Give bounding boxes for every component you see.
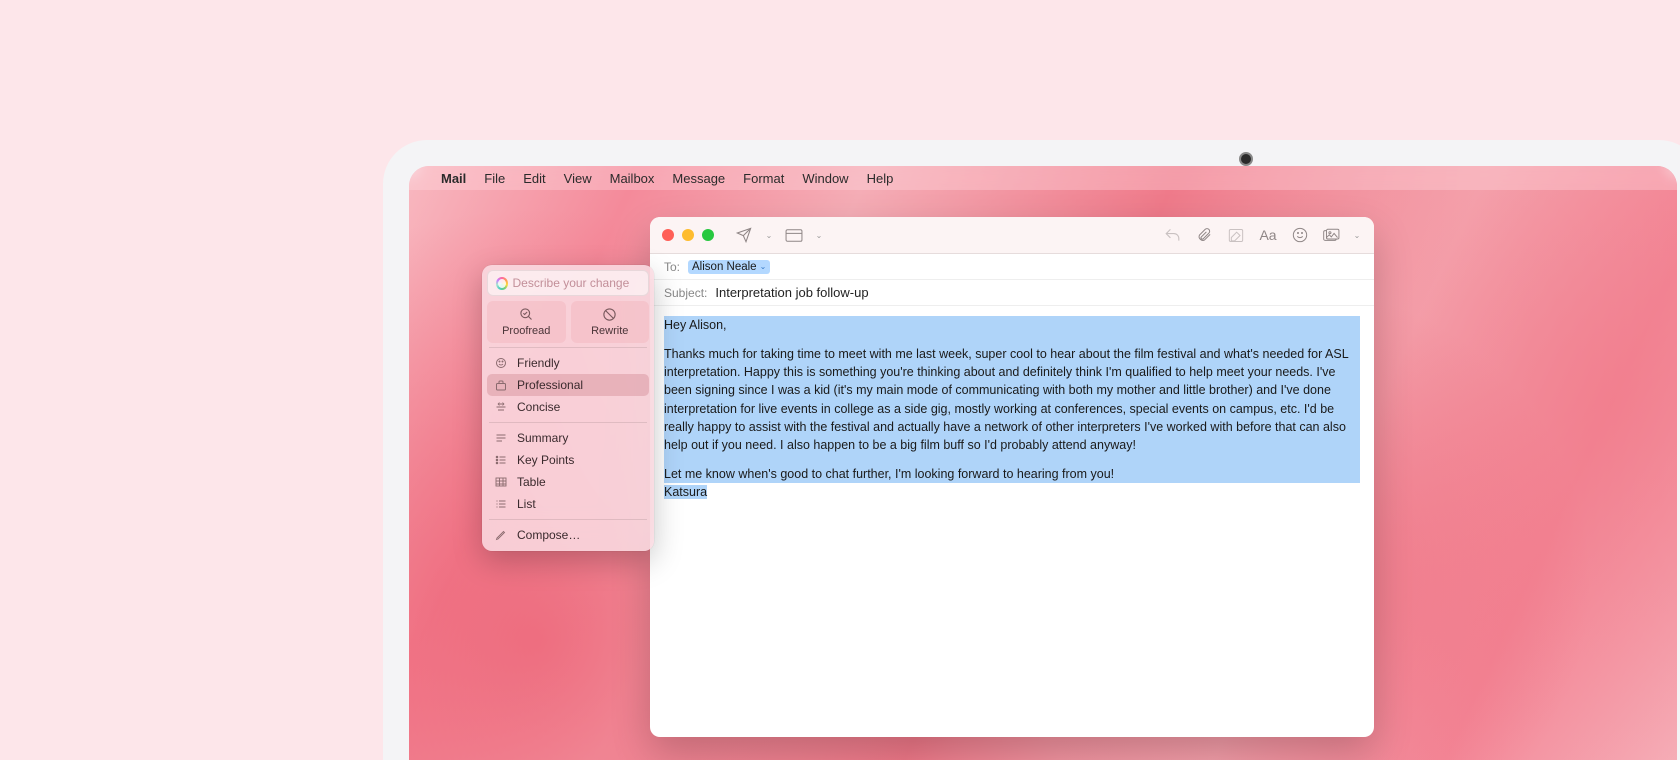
header-fields-icon[interactable] <box>782 224 806 246</box>
header-dropdown-icon[interactable]: ⌄ <box>814 231 824 240</box>
menubar-item-window[interactable]: Window <box>802 171 848 186</box>
professional-icon <box>494 380 508 391</box>
reply-icon[interactable] <box>1160 224 1184 246</box>
describe-change-field[interactable] <box>487 270 649 296</box>
list-label: List <box>517 497 536 511</box>
desktop: Mail File Edit View Mailbox Message Form… <box>409 166 1677 760</box>
format-icon[interactable]: Aa <box>1256 224 1280 246</box>
table-icon <box>494 477 508 487</box>
body-greeting: Hey Alison, <box>664 316 1360 334</box>
recipient-dropdown-icon[interactable]: ⌄ <box>760 262 767 271</box>
compose-window: ⌄ ⌄ Aa <box>650 217 1374 737</box>
menubar-item-help[interactable]: Help <box>867 171 894 186</box>
recipient-name: Alison Neale <box>692 261 757 273</box>
close-button[interactable] <box>662 229 674 241</box>
compose-item[interactable]: Compose… <box>487 524 649 546</box>
compose-label: Compose… <box>517 528 580 542</box>
selected-text[interactable]: Hey Alison, Thanks much for taking time … <box>664 316 1360 483</box>
menubar-item-format[interactable]: Format <box>743 171 784 186</box>
camera-dot <box>1239 152 1253 166</box>
menubar: Mail File Edit View Mailbox Message Form… <box>409 166 1677 190</box>
tone-concise[interactable]: Concise <box>487 396 649 418</box>
to-label: To: <box>664 260 680 274</box>
menubar-item-view[interactable]: View <box>564 171 592 186</box>
imac-frame: Mail File Edit View Mailbox Message Form… <box>383 140 1680 760</box>
compose-icon <box>494 529 508 541</box>
send-icon[interactable] <box>732 224 756 246</box>
friendly-icon <box>494 357 508 369</box>
menubar-item-file[interactable]: File <box>484 171 505 186</box>
rewrite-label: Rewrite <box>591 325 628 337</box>
rewrite-icon <box>602 307 617 322</box>
emoji-icon[interactable] <box>1288 224 1312 246</box>
transform-summary[interactable]: Summary <box>487 427 649 449</box>
transform-table[interactable]: Table <box>487 471 649 493</box>
subject-value[interactable]: Interpretation job follow-up <box>715 285 868 300</box>
fullscreen-button[interactable] <box>702 229 714 241</box>
traffic-lights <box>662 229 714 241</box>
proofread-label: Proofread <box>502 325 550 337</box>
menubar-item-edit[interactable]: Edit <box>523 171 545 186</box>
photo-dropdown-icon[interactable]: ⌄ <box>1352 231 1362 240</box>
subject-row: Subject: Interpretation job follow-up <box>650 280 1374 306</box>
send-dropdown-icon[interactable]: ⌄ <box>764 231 774 240</box>
describe-change-input[interactable] <box>513 276 640 290</box>
transform-keypoints[interactable]: Key Points <box>487 449 649 471</box>
concise-label: Concise <box>517 400 560 414</box>
menubar-item-mailbox[interactable]: Mailbox <box>610 171 655 186</box>
attach-icon[interactable] <box>1192 224 1216 246</box>
keypoints-label: Key Points <box>517 453 574 467</box>
recipient-pill[interactable]: Alison Neale ⌄ <box>688 260 770 274</box>
rewrite-button[interactable]: Rewrite <box>571 301 650 343</box>
proofread-button[interactable]: Proofread <box>487 301 566 343</box>
tone-friendly[interactable]: Friendly <box>487 352 649 374</box>
tone-professional[interactable]: Professional <box>487 374 649 396</box>
subject-label: Subject: <box>664 286 707 300</box>
transform-list[interactable]: List <box>487 493 649 515</box>
body-signoff: Katsura <box>664 485 707 499</box>
summary-icon <box>494 433 508 443</box>
photo-browser-icon[interactable] <box>1320 224 1344 246</box>
concise-icon <box>494 402 508 412</box>
list-icon <box>494 499 508 509</box>
to-row: To: Alison Neale ⌄ <box>650 254 1374 280</box>
email-body[interactable]: Hey Alison, Thanks much for taking time … <box>650 306 1374 737</box>
markup-icon[interactable] <box>1224 224 1248 246</box>
minimize-button[interactable] <box>682 229 694 241</box>
writing-tools-popover: Proofread Rewrite Friendly <box>482 265 654 551</box>
compose-toolbar: ⌄ ⌄ Aa <box>650 217 1374 254</box>
professional-label: Professional <box>517 378 583 392</box>
menubar-item-message[interactable]: Message <box>672 171 725 186</box>
summary-label: Summary <box>517 431 568 445</box>
body-para1: Thanks much for taking time to meet with… <box>664 345 1360 454</box>
body-para2: Let me know when's good to chat further,… <box>664 465 1360 483</box>
intelligence-sparkle-icon <box>496 277 508 290</box>
menubar-app-name[interactable]: Mail <box>441 171 466 186</box>
table-label: Table <box>517 475 546 489</box>
proofread-icon <box>519 307 534 322</box>
keypoints-icon <box>494 455 508 465</box>
friendly-label: Friendly <box>517 356 560 370</box>
